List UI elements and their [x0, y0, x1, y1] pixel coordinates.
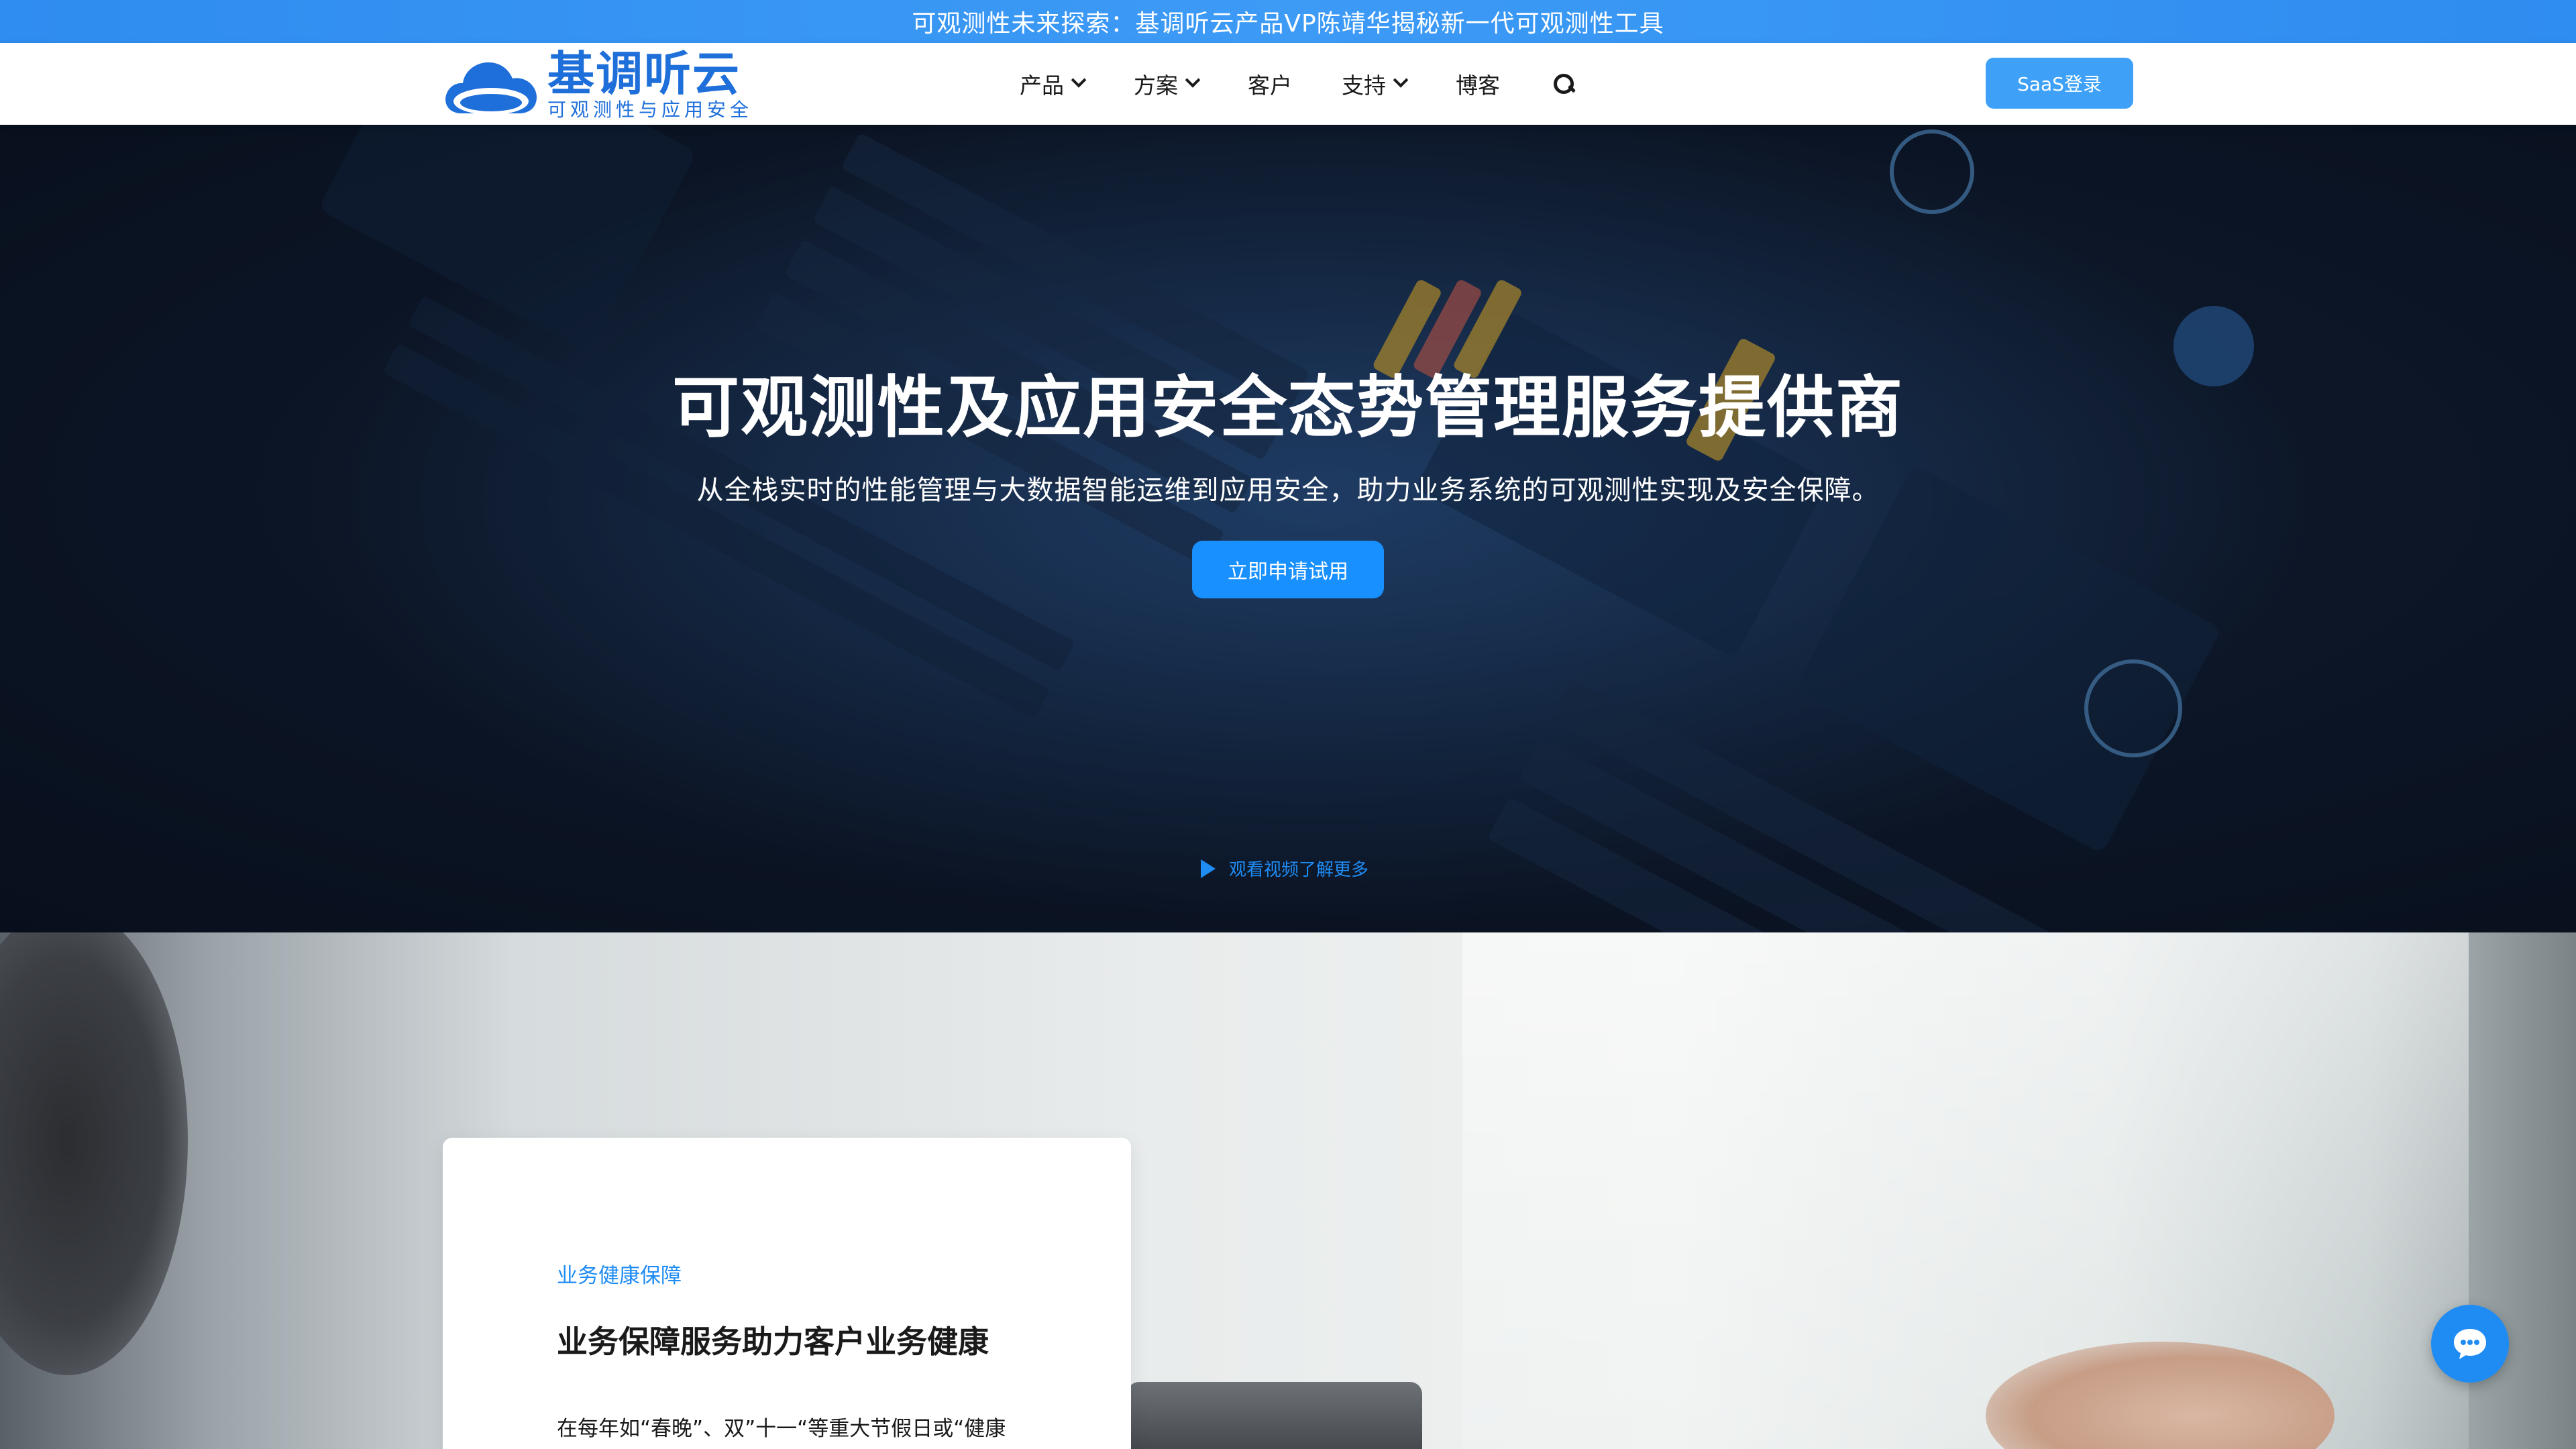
main-nav: 产品 方案 客户 支持 博客: [1020, 43, 1574, 125]
logo-text: 基调听云 可观测性与应用安全: [547, 48, 753, 121]
play-icon: [1201, 859, 1216, 878]
hero-title: 可观测性及应用安全态势管理服务提供商: [672, 368, 1904, 447]
nav-item-solutions[interactable]: 方案: [1134, 68, 1201, 100]
saas-login-button[interactable]: SaaS登录: [1986, 58, 2133, 109]
nav-item-label: 支持: [1342, 72, 1386, 99]
hero-subtitle: 从全栈实时的性能管理与大数据智能运维到应用安全，助力业务系统的可观测性实现及安全…: [696, 475, 1880, 506]
saas-login-label: SaaS登录: [2017, 73, 2102, 95]
chevron-down-icon: [1071, 72, 1087, 88]
chat-widget-button[interactable]: [2431, 1305, 2509, 1383]
nav-item-customers[interactable]: 客户: [1248, 68, 1292, 100]
logo-name: 基调听云: [547, 46, 741, 101]
nav-item-support[interactable]: 支持: [1342, 68, 1409, 100]
search-icon[interactable]: [1554, 74, 1574, 94]
watch-video-label: 观看视频了解更多: [1229, 860, 1369, 880]
hero-overlay: [0, 125, 2576, 932]
feature-card-title: 业务保障服务助力客户业务健康: [557, 1324, 989, 1360]
feature-card: 业务健康保障 业务保障服务助力客户业务健康 在每年如“春晚”、双”十一“等重大节…: [443, 1138, 1131, 1449]
chevron-down-icon: [1185, 72, 1201, 88]
chevron-down-icon: [1393, 72, 1409, 88]
feature-card-body: 在每年如“春晚”、双”十一“等重大节假日或“健康: [557, 1417, 1006, 1441]
nav-item-label: 客户: [1248, 72, 1292, 99]
watch-video-link[interactable]: 观看视频了解更多: [1201, 856, 1368, 881]
nav-item-label: 产品: [1020, 72, 1064, 99]
feature-card-tag: 业务健康保障: [557, 1264, 682, 1288]
logo[interactable]: 基调听云 可观测性与应用安全: [441, 48, 753, 121]
announcement-bar[interactable]: 可观测性未来探索：基调听云产品VP陈靖华揭秘新一代可观测性工具: [0, 0, 2576, 43]
nav-item-blog[interactable]: 博客: [1456, 68, 1500, 100]
nav-item-products[interactable]: 产品: [1020, 68, 1087, 100]
logo-tagline: 可观测性与应用安全: [547, 99, 753, 121]
apply-trial-button[interactable]: 立即申请试用: [1192, 541, 1384, 598]
announcement-text[interactable]: 可观测性未来探索：基调听云产品VP陈靖华揭秘新一代可观测性工具: [912, 4, 1664, 39]
apply-trial-label: 立即申请试用: [1228, 560, 1348, 584]
cloud-logo-icon: [445, 62, 537, 115]
background-device: [1127, 1382, 1422, 1449]
nav-item-label: 博客: [1456, 72, 1500, 99]
nav-item-label: 方案: [1134, 72, 1178, 99]
background-window-light: [1462, 932, 2469, 1449]
hero-section: 可观测性及应用安全态势管理服务提供商 从全栈实时的性能管理与大数据智能运维到应用…: [0, 125, 2576, 932]
site-header: 基调听云 可观测性与应用安全 产品 方案 客户 支持 博客 SaaS登录: [0, 43, 2576, 125]
background-person-shadow: [0, 932, 188, 1375]
business-health-section: [0, 932, 2576, 1449]
chat-icon: [2454, 1329, 2486, 1359]
